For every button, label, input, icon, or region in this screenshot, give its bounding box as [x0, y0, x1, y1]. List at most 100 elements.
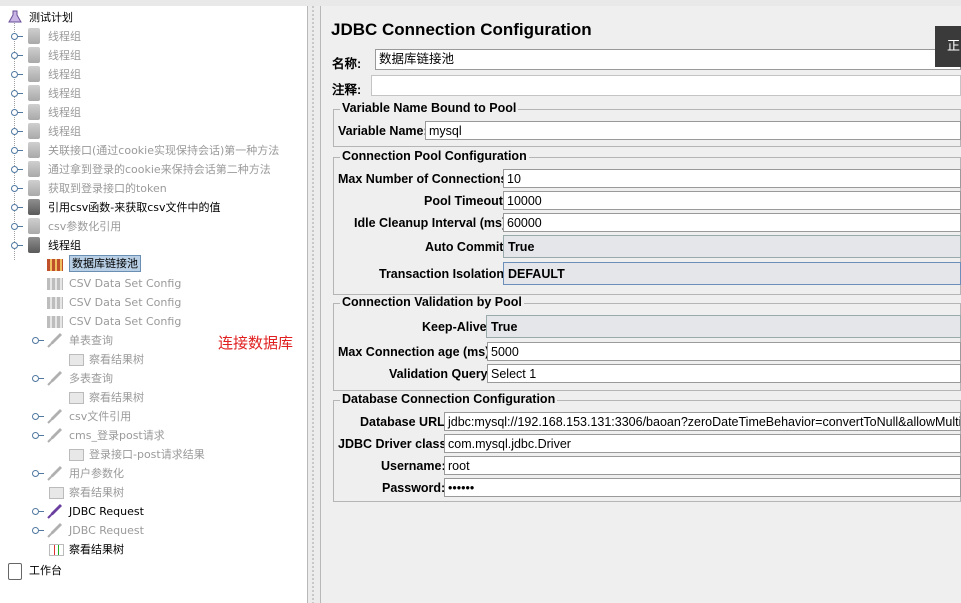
idle-cleanup-field[interactable]: 60000	[503, 213, 961, 232]
max-connection-age-label: Max Connection age (ms):	[338, 345, 494, 359]
tree-node[interactable]: 线程组	[8, 46, 300, 65]
expand-handle-icon[interactable]	[32, 508, 44, 515]
panel-title: JDBC Connection Configuration	[331, 20, 592, 39]
name-field[interactable]: 数据库链接池	[375, 49, 961, 70]
expand-handle-icon[interactable]	[11, 147, 23, 154]
tree-root-node[interactable]: 测试计划	[8, 8, 208, 27]
transaction-isolation-select[interactable]: DEFAULT	[503, 262, 961, 285]
tree-node[interactable]: 关联接口(通过cookie实现保持会话)第一种方法	[8, 141, 300, 160]
variable-name-field[interactable]: mysql	[425, 121, 961, 140]
tree-node[interactable]: CSV Data Set Config	[29, 274, 300, 293]
max-connections-field[interactable]: 10	[503, 169, 961, 188]
thread-group-icon	[28, 180, 40, 196]
expand-handle-icon[interactable]	[11, 109, 23, 116]
tree-node[interactable]: 察看结果树	[29, 483, 300, 502]
tree-node-label: 通过拿到登录的cookie来保持会话第二种方法	[48, 163, 271, 176]
password-label: Password:	[382, 481, 446, 495]
tree-node[interactable]: 获取到登录接口的token	[8, 179, 300, 198]
thread-group-icon	[28, 237, 40, 253]
tree-node[interactable]: 用户参数化	[29, 464, 300, 483]
tree-node[interactable]: 通过拿到登录的cookie来保持会话第二种方法	[8, 160, 300, 179]
csv-config-icon	[47, 278, 63, 290]
tree-node[interactable]: csv文件引用	[29, 407, 300, 426]
tree-node[interactable]: JDBC Request	[29, 502, 300, 521]
thread-group-icon	[28, 123, 40, 139]
expand-handle-icon[interactable]	[11, 90, 23, 97]
expand-handle-icon[interactable]	[11, 33, 23, 40]
tree-node-label: 线程组	[48, 239, 81, 252]
tree-node-label: 线程组	[48, 68, 81, 81]
validation-query-field[interactable]: Select 1	[487, 364, 961, 383]
comment-field[interactable]	[371, 75, 961, 96]
driver-class-field[interactable]: com.mysql.jdbc.Driver	[444, 434, 961, 453]
auto-commit-label: Auto Commit:	[425, 240, 508, 254]
thread-group-icon	[28, 142, 40, 158]
auto-commit-select[interactable]: True	[503, 235, 961, 258]
tree-node[interactable]: JDBC Request	[29, 521, 300, 540]
tree-node[interactable]: cms_登录post请求	[29, 426, 300, 445]
workbench-node[interactable]: 工作台	[8, 561, 208, 580]
thread-group-icon	[28, 66, 40, 82]
expand-handle-icon[interactable]	[32, 375, 44, 382]
tree-node-label: 登录接口-post请求结果	[89, 448, 205, 461]
tree-node[interactable]: 多表查询	[29, 369, 300, 388]
expand-handle-icon[interactable]	[11, 71, 23, 78]
tree-node-label: 获取到登录接口的token	[48, 182, 167, 195]
expand-handle-icon[interactable]	[11, 204, 23, 211]
tree-node-label: 关联接口(通过cookie实现保持会话)第一种方法	[48, 144, 280, 157]
expand-handle-icon[interactable]	[32, 527, 44, 534]
listener-icon	[49, 544, 64, 556]
tree-node[interactable]: 引用csv函数-来获取csv文件中的值	[8, 198, 300, 217]
tree-node[interactable]: 线程组	[8, 103, 300, 122]
tree-node[interactable]: 线程组	[8, 27, 300, 46]
expand-handle-icon[interactable]	[11, 166, 23, 173]
tree-node[interactable]: CSV Data Set Config	[29, 312, 300, 331]
tree-node-label: 察看结果树	[69, 543, 124, 556]
password-field[interactable]: ••••••	[444, 478, 961, 497]
tree-node-label: JDBC Request	[69, 524, 144, 537]
pool-timeout-field[interactable]: 10000	[503, 191, 961, 210]
expand-handle-icon[interactable]	[11, 128, 23, 135]
idle-cleanup-label: Idle Cleanup Interval (ms):	[354, 216, 511, 230]
tree-node[interactable]: 数据库链接池	[29, 255, 300, 274]
expand-handle-icon[interactable]	[32, 432, 44, 439]
tree-node[interactable]: 察看结果树	[29, 540, 300, 559]
tree-node[interactable]: 线程组	[8, 84, 300, 103]
tree-root-label: 测试计划	[29, 11, 73, 24]
listener-icon	[69, 354, 84, 366]
tree-node[interactable]: csv参数化引用	[8, 217, 300, 236]
expand-handle-icon[interactable]	[32, 470, 44, 477]
tree-node-label: 线程组	[48, 106, 81, 119]
tree-node-label: 多表查询	[69, 372, 113, 385]
thread-group-icon	[28, 218, 40, 234]
expand-handle-icon[interactable]	[11, 185, 23, 192]
tree-node[interactable]: 线程组	[8, 65, 300, 84]
tree-node[interactable]: 线程组	[8, 122, 300, 141]
sampler-icon	[47, 428, 62, 443]
expand-handle-icon[interactable]	[11, 242, 23, 249]
thread-group-icon	[28, 199, 40, 215]
database-connection-section-title: Database Connection Configuration	[340, 392, 558, 406]
expand-handle-icon[interactable]	[32, 337, 44, 344]
expand-handle-icon[interactable]	[11, 52, 23, 59]
max-connections-label: Max Number of Connections:	[338, 172, 512, 186]
tree-node[interactable]: CSV Data Set Config	[29, 293, 300, 312]
split-pane-divider[interactable]	[307, 6, 321, 603]
tree-node[interactable]: 线程组	[8, 236, 300, 255]
thread-group-icon	[28, 85, 40, 101]
tree-node-label: 线程组	[48, 49, 81, 62]
expand-handle-icon[interactable]	[11, 223, 23, 230]
pool-timeout-label: Pool Timeout:	[424, 194, 508, 208]
keep-alive-select[interactable]: True	[486, 315, 961, 338]
username-field[interactable]: root	[444, 456, 961, 475]
tree-node-label: 线程组	[48, 87, 81, 100]
sampler-icon	[47, 409, 62, 424]
tree-node[interactable]: 察看结果树	[49, 388, 300, 407]
tree-node-label: csv参数化引用	[48, 220, 122, 233]
max-connection-age-field[interactable]: 5000	[487, 342, 961, 361]
expand-handle-icon[interactable]	[32, 413, 44, 420]
sampler-icon	[47, 466, 62, 481]
tree-node[interactable]: 登录接口-post请求结果	[49, 445, 300, 464]
database-url-field[interactable]: jdbc:mysql://192.168.153.131:3306/baoan?…	[444, 412, 961, 431]
csv-config-icon	[47, 297, 63, 309]
